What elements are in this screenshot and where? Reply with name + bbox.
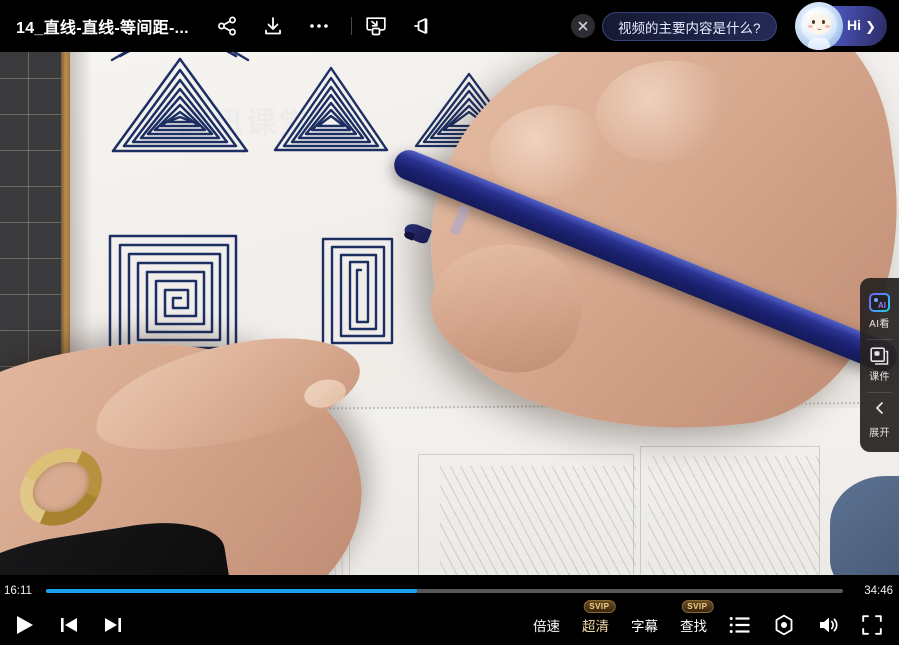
top-bar-icon-group-1: [215, 14, 331, 38]
playback-speed-label: 倍速: [533, 619, 560, 634]
total-time: 34:46: [864, 585, 893, 597]
courseware-book-icon: [870, 347, 889, 365]
progress-row: 16:11 34:46: [0, 580, 899, 602]
chevron-left-icon: [872, 400, 888, 421]
quality-svip-badge: SVIP: [583, 600, 616, 613]
chevron-right-icon: ❯: [865, 19, 876, 34]
top-bar: 14_直线-直线-等间距-... 视频的主要内容是什么? Hi ❯: [0, 0, 899, 52]
sidebar-item-courseware[interactable]: 课件: [860, 342, 899, 387]
side-panel-divider-1: [867, 339, 892, 340]
ai-question-text: 视频的主要内容是什么?: [618, 20, 761, 36]
volume-icon[interactable]: [817, 614, 839, 636]
user-avatar-button[interactable]: Hi ❯: [795, 2, 887, 50]
video-frame: 腾讯课堂: [0, 46, 899, 575]
search-svip-badge: SVIP: [681, 600, 714, 613]
previous-button[interactable]: [58, 614, 80, 636]
progress-bar[interactable]: [46, 589, 843, 593]
subtitle-label: 字幕: [631, 619, 658, 634]
more-options-icon[interactable]: [307, 14, 331, 38]
picture-in-picture-icon[interactable]: [364, 14, 388, 38]
top-bar-divider: [350, 17, 352, 35]
top-bar-icon-group-2: [364, 14, 434, 38]
ai-view-icon: AI: [869, 293, 890, 312]
sidebar-item-ai-view[interactable]: AI AI看: [860, 288, 899, 334]
subtitle-button[interactable]: 字幕: [631, 615, 658, 635]
video-stage[interactable]: 腾讯课堂 AI AI看 课件 展开: [0, 46, 899, 575]
search-button[interactable]: SVIP 查找: [680, 600, 714, 635]
ai-question-chip[interactable]: 视频的主要内容是什么?: [602, 12, 777, 41]
playback-speed-button[interactable]: 倍速: [533, 615, 560, 635]
settings-icon[interactable]: [773, 614, 795, 636]
next-button[interactable]: [102, 614, 124, 636]
side-panel: AI AI看 课件 展开: [860, 278, 899, 452]
fullscreen-icon[interactable]: [861, 614, 883, 636]
play-button[interactable]: [12, 613, 36, 637]
playlist-icon[interactable]: [729, 615, 751, 635]
current-time: 16:11: [4, 585, 32, 597]
greeting-label: Hi: [847, 17, 861, 33]
quality-label: 超清: [582, 619, 609, 634]
control-bar: 16:11 34:46 倍速 SVIP 超清 字幕 SVIP 查找: [0, 575, 899, 645]
sidebar-item-expand[interactable]: 展开: [860, 395, 899, 443]
secondary-controls: 倍速 SVIP 超清 字幕 SVIP 查找: [533, 600, 883, 636]
pencil-sketch-hatch-3: [648, 456, 820, 575]
quality-button[interactable]: SVIP 超清: [582, 600, 616, 635]
download-icon[interactable]: [261, 14, 285, 38]
sidebar-label-courseware: 课件: [869, 372, 890, 383]
controls-row: 倍速 SVIP 超清 字幕 SVIP 查找: [0, 600, 899, 645]
sidebar-label-expand: 展开: [869, 428, 890, 439]
cast-icon[interactable]: [410, 14, 434, 38]
sidebar-label-ai-view: AI看: [869, 319, 890, 330]
progress-fill: [46, 589, 418, 593]
pencil-sketch-hatch-2: [440, 466, 636, 575]
side-panel-divider-2: [867, 392, 892, 393]
share-icon[interactable]: [215, 14, 239, 38]
video-player: 腾讯课堂 AI AI看 课件 展开 14_直线-直线-等间距-... 视频的主要…: [0, 0, 899, 645]
search-label: 查找: [680, 619, 707, 634]
close-ask-button[interactable]: [571, 14, 595, 38]
avatar: [795, 2, 843, 50]
page-title: 14_直线-直线-等间距-...: [16, 20, 189, 37]
ai-badge-text: AI: [878, 301, 886, 310]
playback-controls: [12, 613, 124, 637]
